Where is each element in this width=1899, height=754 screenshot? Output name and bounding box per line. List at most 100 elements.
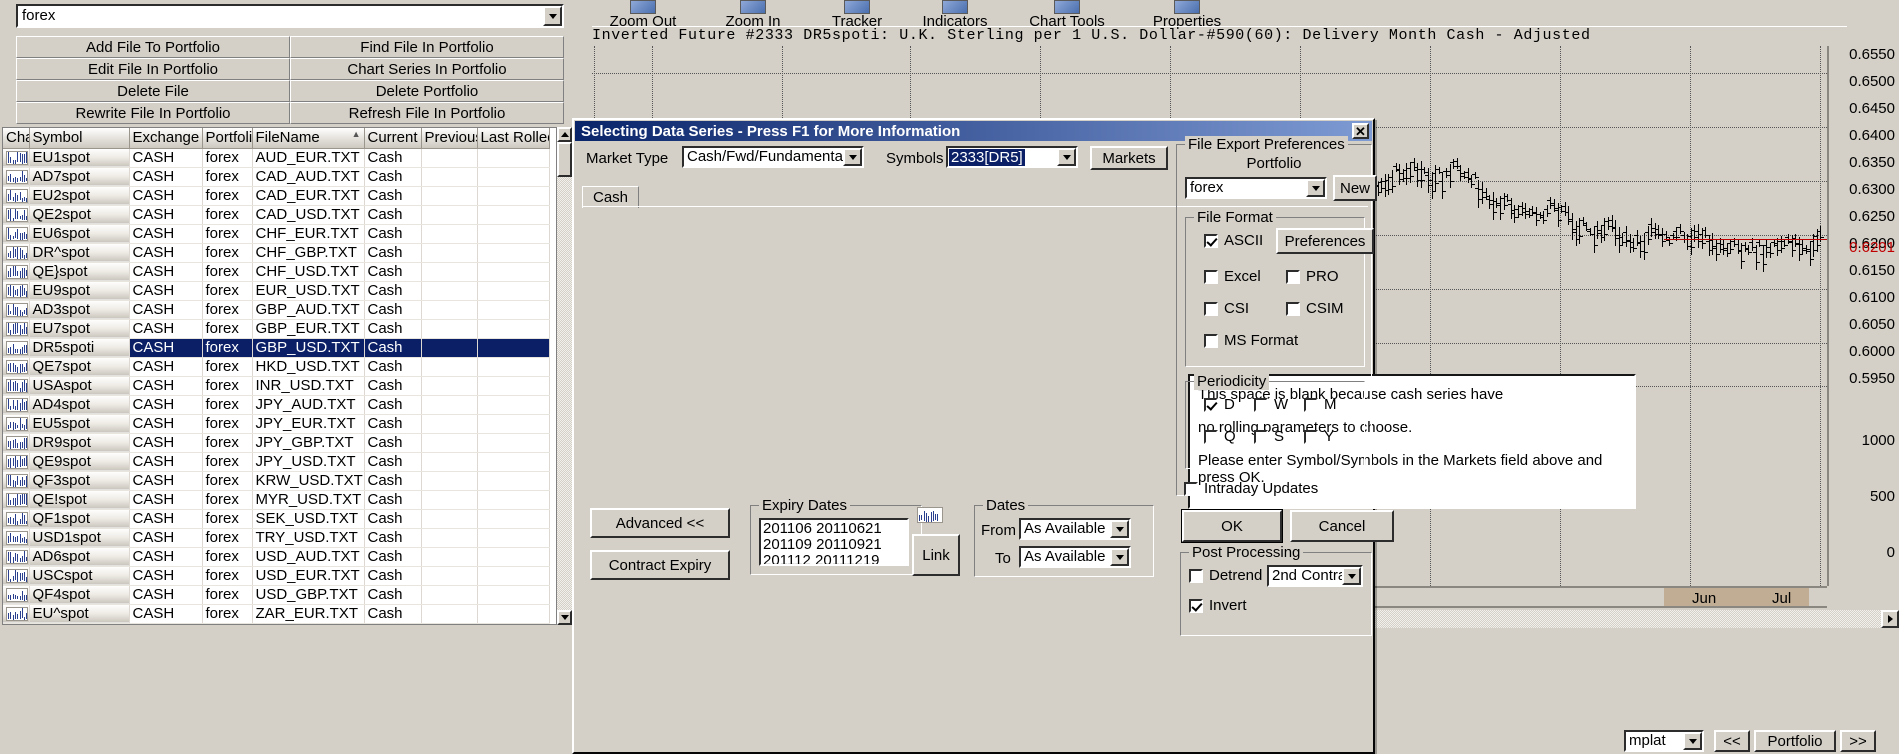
prev-portfolio-button[interactable]: << [1714,730,1750,752]
contract-expiry-button[interactable]: Contract Expiry [590,550,730,580]
chart-cell[interactable] [3,414,30,434]
cell-symbol[interactable]: EU1spot [29,148,130,168]
checkbox-period-s[interactable]: S [1254,428,1284,445]
symbols-input[interactable]: 2333[DR5] [946,146,1078,168]
expiry-dates-list[interactable]: 201106 20110621 201109 20110921 201112 2… [759,518,909,566]
table-row[interactable]: QE2spot CASH forex CAD_USD.TXT Cash [3,205,550,225]
checkbox-excel[interactable]: Excel [1204,268,1261,285]
table-header-cha[interactable]: Cha [3,128,30,149]
table-header-exchange[interactable]: Exchange [129,128,203,149]
cell-symbol[interactable]: EU5spot [29,414,130,434]
checkbox-period-m-box[interactable] [1304,397,1318,412]
table-row[interactable]: QE}spot CASH forex CHF_USD.TXT Cash [3,262,550,282]
table-row[interactable]: USD1spot CASH forex TRY_USD.TXT Cash [3,528,550,548]
portfolio-status-button[interactable]: Portfolio [1754,730,1836,752]
chart-cell[interactable] [3,433,30,453]
table-row[interactable]: QF1spot CASH forex SEK_USD.TXT Cash [3,509,550,529]
table-header-filename[interactable]: FileName ▲ [252,128,365,149]
portfolio-button-delete-portfolio[interactable]: Delete Portfolio [290,80,564,102]
chevron-down-icon[interactable] [1110,548,1129,566]
sparkline-chart-icon[interactable] [6,207,28,222]
sparkline-chart-icon[interactable] [6,530,28,545]
chart-cell[interactable] [3,224,30,244]
portfolio-button-add-file-to-portfolio[interactable]: Add File To Portfolio [16,36,290,58]
chart-cell[interactable] [3,471,30,491]
cell-symbol[interactable]: USCspot [29,566,130,586]
cell-symbol[interactable]: AD6spot [29,547,130,567]
next-portfolio-button[interactable]: >> [1840,730,1876,752]
cell-symbol[interactable]: AD4spot [29,395,130,415]
checkbox-ms-format-box[interactable] [1204,333,1218,348]
table-row[interactable]: DR9spot CASH forex JPY_GBP.TXT Cash [3,433,550,453]
chart-cell[interactable] [3,186,30,206]
portfolio-button-chart-series-in-portfolio[interactable]: Chart Series In Portfolio [290,58,564,80]
checkbox-intraday-updates[interactable]: Intraday Updates [1184,480,1318,497]
advanced-button[interactable]: Advanced << [590,508,730,538]
toolbar-chart-tools[interactable]: Chart Tools [1012,0,1122,29]
cell-symbol[interactable]: AD7spot [29,167,130,187]
checkbox-ascii-box[interactable] [1204,233,1218,248]
template-dropdown[interactable]: mplat [1624,730,1704,752]
sparkline-chart-icon[interactable] [6,226,28,241]
toolbar-zoom-out[interactable]: Zoom Out [588,0,698,29]
chart-cell[interactable] [3,395,30,415]
link-button[interactable]: Link [912,534,960,576]
chart-cell[interactable] [3,528,30,548]
table-row[interactable]: QF4spot CASH forex USD_GBP.TXT Cash [3,585,550,605]
table-header-previous[interactable]: Previous [421,128,478,149]
sparkline-chart-icon[interactable] [6,549,28,564]
table-row[interactable]: AD3spot CASH forex GBP_AUD.TXT Cash [3,300,550,320]
table-row[interactable]: QE!spot CASH forex MYR_USD.TXT Cash [3,490,550,510]
close-icon[interactable]: ✕ [1352,123,1369,139]
format-preferences-button[interactable]: Preferences [1276,228,1374,254]
table-row[interactable]: EU7spot CASH forex GBP_EUR.TXT Cash [3,319,550,339]
cell-symbol[interactable]: DR9spot [29,433,130,453]
cell-symbol[interactable]: EU6spot [29,224,130,244]
cell-symbol[interactable]: DR^spot [29,243,130,263]
cell-symbol[interactable]: QE9spot [29,452,130,472]
table-row[interactable]: EU^spot CASH forex ZAR_EUR.TXT Cash [3,604,550,624]
sparkline-chart-icon[interactable] [6,188,28,203]
chevron-down-icon[interactable] [1683,732,1702,750]
chart-cell[interactable] [3,547,30,567]
new-portfolio-button[interactable]: New [1333,175,1377,201]
cell-symbol[interactable]: USD1spot [29,528,130,548]
cell-symbol[interactable]: QF3spot [29,471,130,491]
tab-cash[interactable]: Cash [582,186,640,208]
checkbox-period-q[interactable]: Q [1204,428,1236,445]
table-row[interactable]: EU1spot CASH forex AUD_EUR.TXT Cash [3,148,550,168]
checkbox-pro[interactable]: PRO [1286,268,1339,285]
cell-symbol[interactable]: DR5spoti [29,338,130,358]
date-from-dropdown[interactable]: As Available [1019,518,1131,540]
ok-button[interactable]: OK [1182,510,1282,542]
market-type-dropdown[interactable]: Cash/Fwd/Fundamental S [682,146,864,168]
chart-cell[interactable] [3,205,30,225]
table-row[interactable]: DR5spoti CASH forex GBP_USD.TXT Cash [3,338,550,358]
cell-symbol[interactable]: QF4spot [29,585,130,605]
chart-cell[interactable] [3,490,30,510]
chevron-down-icon[interactable] [1306,179,1325,197]
cancel-button[interactable]: Cancel [1290,510,1394,542]
sparkline-chart-icon[interactable] [6,416,28,431]
toolbar-indicators[interactable]: Indicators [900,0,1010,29]
scroll-up-button[interactable] [557,127,572,142]
table-row[interactable]: EU5spot CASH forex JPY_EUR.TXT Cash [3,414,550,434]
chevron-down-icon[interactable] [843,148,862,166]
toolbar-properties[interactable]: Properties [1132,0,1242,29]
portfolio-button-refresh-file-in-portfolio[interactable]: Refresh File In Portfolio [290,102,564,124]
chart-cell[interactable] [3,300,30,320]
table-header-portfoli[interactable]: Portfoli [202,128,253,149]
checkbox-csi-box[interactable] [1204,301,1218,316]
chart-cell[interactable] [3,566,30,586]
table-row[interactable]: QF3spot CASH forex KRW_USD.TXT Cash [3,471,550,491]
chart-cell[interactable] [3,452,30,472]
checkbox-detrend[interactable]: Detrend [1189,567,1262,584]
checkbox-period-y[interactable]: Y [1304,428,1334,445]
checkbox-csi[interactable]: CSI [1204,300,1249,317]
toolbar-zoom-in[interactable]: Zoom In [698,0,808,29]
cell-symbol[interactable]: USAspot [29,376,130,396]
cell-symbol[interactable]: EU^spot [29,604,130,624]
portfolio-button-rewrite-file-in-portfolio[interactable]: Rewrite File In Portfolio [16,102,290,124]
markets-button[interactable]: Markets [1090,146,1168,170]
checkbox-period-y-box[interactable] [1304,429,1318,444]
